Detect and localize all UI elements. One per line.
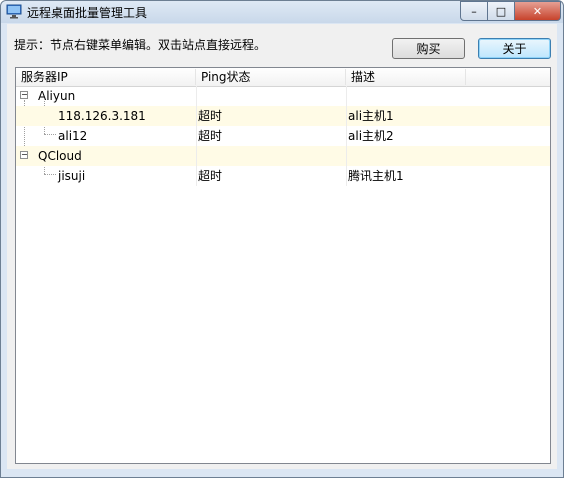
description: ali主机1 xyxy=(348,109,394,123)
column-header-ping-status[interactable]: Ping状态 xyxy=(196,69,346,85)
tree-row-group[interactable]: − QCloud xyxy=(16,146,550,166)
client-area: 提示：节点右键菜单编辑。双击站点直接远程。 购买 关于 服务器IP Ping状态… xyxy=(7,24,557,469)
minimize-button[interactable]: – xyxy=(460,1,488,21)
hint-text: 提示：节点右键菜单编辑。双击站点直接远程。 xyxy=(14,38,267,52)
column-divider xyxy=(196,106,197,126)
description: ali主机2 xyxy=(348,129,394,143)
column-divider xyxy=(196,126,197,146)
column-header-description[interactable]: 描述 xyxy=(346,69,466,85)
description: 腾讯主机1 xyxy=(348,169,404,183)
node-name: Aliyun xyxy=(38,89,76,103)
column-divider xyxy=(196,166,197,186)
column-divider xyxy=(346,106,347,126)
about-button[interactable]: 关于 xyxy=(478,38,551,59)
title-bar[interactable]: 远程桌面批量管理工具 – □ ✕ xyxy=(1,1,563,23)
ping-status: 超时 xyxy=(198,109,223,123)
column-divider xyxy=(346,86,347,106)
node-name: QCloud xyxy=(38,149,82,163)
node-name: 118.126.3.181 xyxy=(58,109,146,123)
maximize-button[interactable]: □ xyxy=(487,1,515,21)
column-divider xyxy=(346,126,347,146)
maximize-icon: □ xyxy=(495,4,507,18)
node-name: jisuji xyxy=(58,169,86,183)
server-tree-list[interactable]: 服务器IP Ping状态 描述 − Aliyun 118.126.3.181 超… xyxy=(15,67,551,464)
collapse-icon[interactable]: − xyxy=(20,91,28,99)
tree-row-group[interactable]: − Aliyun xyxy=(16,86,550,106)
column-header: 服务器IP Ping状态 描述 xyxy=(16,68,550,87)
window-title: 远程桌面批量管理工具 xyxy=(27,6,148,20)
ping-status: 超时 xyxy=(198,129,223,143)
column-header-server-ip[interactable]: 服务器IP xyxy=(16,69,196,85)
column-header-filler xyxy=(466,69,550,85)
column-divider xyxy=(196,146,197,166)
column-divider xyxy=(196,86,197,106)
tree-row-server[interactable]: ali12 超时 ali主机2 xyxy=(16,126,550,146)
tree-row-server[interactable]: jisuji 超时 腾讯主机1 xyxy=(16,166,550,186)
close-button[interactable]: ✕ xyxy=(514,1,561,21)
tree-row-server[interactable]: 118.126.3.181 超时 ali主机1 xyxy=(16,106,550,126)
buy-button[interactable]: 购买 xyxy=(392,38,465,59)
column-divider xyxy=(346,146,347,166)
monitor-icon xyxy=(6,4,22,19)
node-name: ali12 xyxy=(58,129,88,143)
main-window: 远程桌面批量管理工具 – □ ✕ 提示：节点右键菜单编辑。双击站点直接远程。 购… xyxy=(0,0,564,478)
close-icon: ✕ xyxy=(532,4,543,18)
column-divider xyxy=(346,166,347,186)
collapse-icon[interactable]: − xyxy=(20,151,28,159)
ping-status: 超时 xyxy=(198,169,223,183)
minimize-icon: – xyxy=(471,4,477,18)
